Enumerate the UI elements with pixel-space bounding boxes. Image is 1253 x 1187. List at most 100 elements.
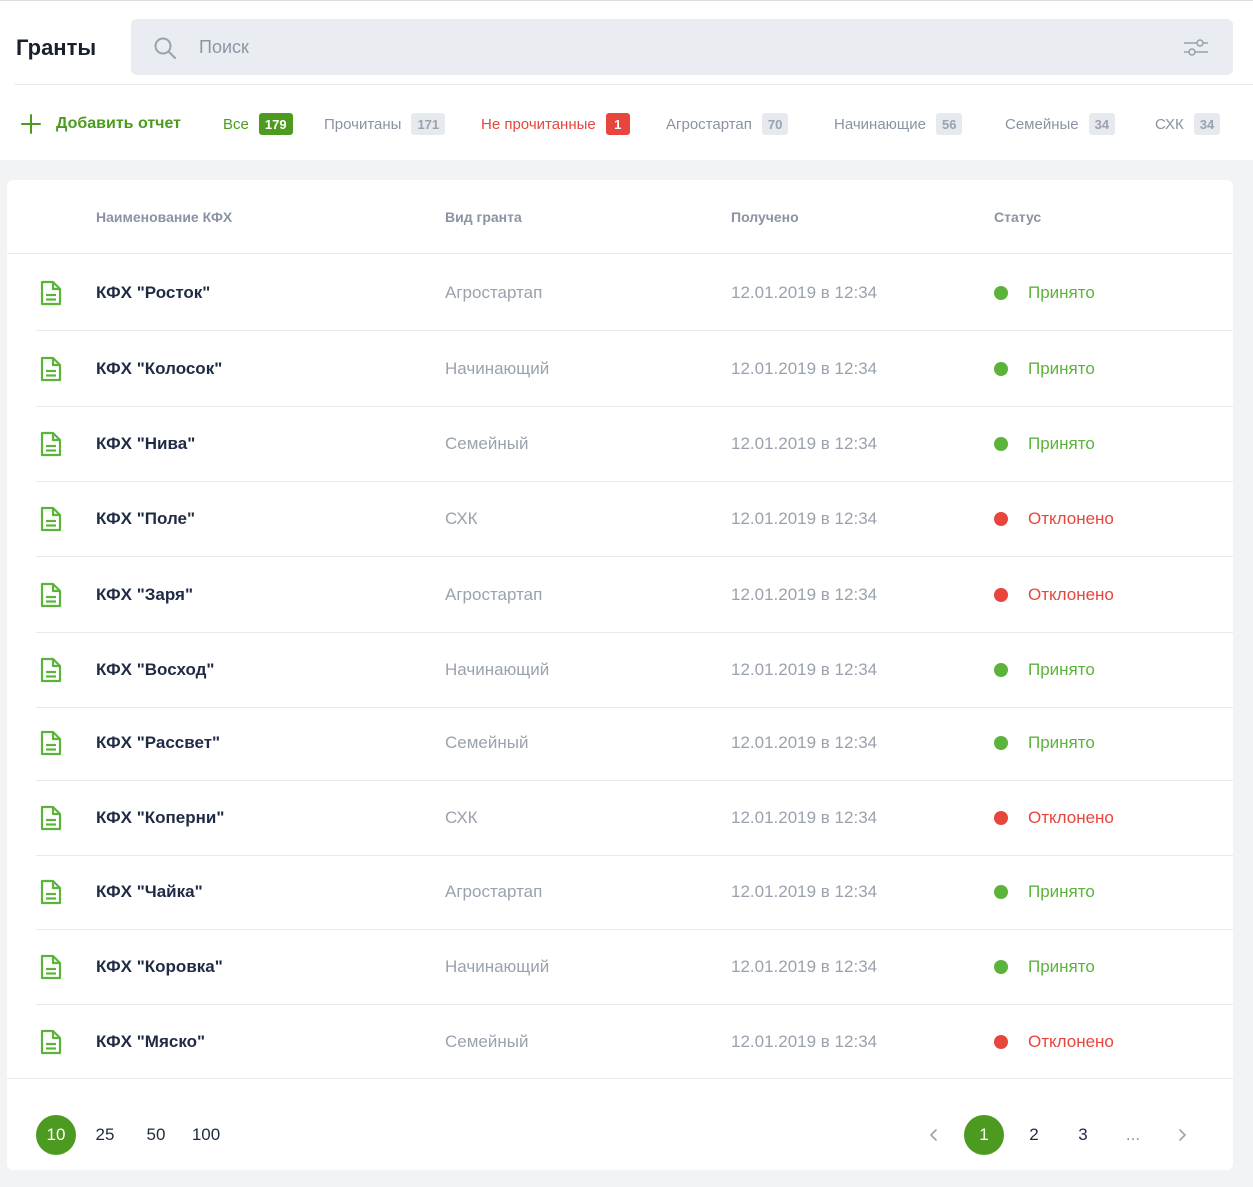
received-date: 12.01.2019 в 12:34 bbox=[731, 585, 878, 604]
status-dot bbox=[994, 512, 1008, 526]
column-header-type[interactable]: Вид гранта bbox=[445, 209, 522, 225]
status-dot bbox=[994, 588, 1008, 602]
count-badge: 34 bbox=[1193, 113, 1221, 135]
farm-name[interactable]: КФХ "Чайка" bbox=[96, 882, 203, 902]
tab-label: Прочитаны bbox=[324, 115, 402, 133]
status-badge: Принято bbox=[994, 957, 1095, 977]
farm-name[interactable]: КФХ "Коровка" bbox=[96, 957, 223, 977]
status-dot bbox=[994, 362, 1008, 376]
page-1[interactable]: 1 bbox=[964, 1115, 1004, 1155]
table-row[interactable]: КФХ "Рассвет" Семейный 12.01.2019 в 12:34 П… bbox=[36, 705, 1233, 781]
grant-type: Агростартап bbox=[445, 283, 543, 302]
filter-settings-icon[interactable] bbox=[1183, 35, 1209, 64]
page-3[interactable]: 3 bbox=[1064, 1116, 1102, 1154]
received-date: 12.01.2019 в 12:34 bbox=[731, 1032, 878, 1051]
tab-label: Семейные bbox=[1005, 115, 1079, 133]
table-row[interactable]: КФХ "Поле" СХК 12.01.2019 в 12:34 Отклонено bbox=[36, 481, 1233, 557]
status-dot bbox=[994, 1035, 1008, 1049]
status-badge: Отклонено bbox=[994, 1032, 1114, 1052]
tab-agrostartap[interactable]: Агростартап 70 bbox=[666, 111, 789, 137]
status-dot bbox=[994, 811, 1008, 825]
status-label: Отклонено bbox=[1028, 1032, 1114, 1051]
table-row[interactable]: КФХ "Коперни" СХК 12.01.2019 в 12:34 Отклон… bbox=[36, 780, 1233, 856]
add-report-button[interactable]: Добавить отчет bbox=[20, 111, 181, 137]
column-header-name[interactable]: Наименование КФХ bbox=[96, 209, 232, 225]
tab-label: Все bbox=[223, 115, 249, 133]
document-icon bbox=[40, 280, 62, 311]
page-2[interactable]: 2 bbox=[1015, 1116, 1053, 1154]
count-badge: 171 bbox=[411, 113, 446, 135]
filter-tabs: Добавить отчет Все 179 Прочитаны 171 Не … bbox=[0, 101, 1253, 147]
status-badge: Принято bbox=[994, 733, 1095, 753]
received-date: 12.01.2019 в 12:34 bbox=[731, 733, 878, 752]
status-label: Принято bbox=[1028, 359, 1095, 378]
status-dot bbox=[994, 960, 1008, 974]
chevron-left-icon[interactable] bbox=[928, 1126, 940, 1149]
table-row[interactable]: КФХ "Коровка" Начинающий 12.01.2019 в 12:3… bbox=[36, 929, 1233, 1005]
status-dot bbox=[994, 736, 1008, 750]
grant-type: СХК bbox=[445, 509, 478, 528]
document-icon bbox=[40, 506, 62, 537]
farm-name[interactable]: КФХ "Рассвет" bbox=[96, 733, 220, 753]
received-date: 12.01.2019 в 12:34 bbox=[731, 808, 878, 827]
table-header: Наименование КФХ Вид гранта Получено Ста… bbox=[7, 180, 1233, 254]
column-header-received[interactable]: Получено bbox=[731, 209, 799, 225]
tab-all[interactable]: Все 179 bbox=[223, 111, 293, 137]
count-badge: 179 bbox=[258, 113, 293, 135]
column-header-status[interactable]: Статус bbox=[994, 209, 1041, 225]
received-date: 12.01.2019 в 12:34 bbox=[731, 957, 878, 976]
tab-unread[interactable]: Не прочитанные 1 bbox=[481, 111, 630, 137]
farm-name[interactable]: КФХ "Коперни" bbox=[96, 808, 224, 828]
status-label: Принято bbox=[1028, 882, 1095, 901]
farm-name[interactable]: КФХ "Заря" bbox=[96, 585, 193, 605]
page-size-25[interactable]: 25 bbox=[86, 1116, 124, 1154]
tab-beginners[interactable]: Начинающие 56 bbox=[834, 111, 963, 137]
document-icon bbox=[40, 431, 62, 462]
status-dot bbox=[994, 885, 1008, 899]
table-row[interactable]: КФХ "Мяско" Семейный 12.01.2019 в 12:34 Отк… bbox=[36, 1004, 1233, 1080]
status-label: Принято bbox=[1028, 957, 1095, 976]
farm-name[interactable]: КФХ "Колосок" bbox=[96, 359, 222, 379]
farm-name[interactable]: КФХ "Нива" bbox=[96, 434, 195, 454]
page-size-10[interactable]: 10 bbox=[36, 1115, 76, 1155]
tab-read[interactable]: Прочитаны 171 bbox=[324, 111, 446, 137]
document-icon bbox=[40, 1029, 62, 1060]
status-dot bbox=[994, 437, 1008, 451]
status-label: Принято bbox=[1028, 434, 1095, 453]
tab-label: Не прочитанные bbox=[481, 115, 596, 133]
status-badge: Отклонено bbox=[994, 585, 1114, 605]
table-row[interactable]: КФХ "Восход" Начинающий 12.01.2019 в 12:34… bbox=[36, 632, 1233, 708]
header: Гранты bbox=[0, 9, 1253, 85]
status-badge: Принято bbox=[994, 434, 1095, 454]
page-size-100[interactable]: 100 bbox=[187, 1116, 225, 1154]
grant-type: СХК bbox=[445, 808, 478, 827]
search-input[interactable] bbox=[199, 19, 1159, 75]
tab-shk[interactable]: СХК 34 bbox=[1155, 111, 1221, 137]
status-badge: Принято bbox=[994, 882, 1095, 902]
status-badge: Отклонено bbox=[994, 509, 1114, 529]
grant-type: Агростартап bbox=[445, 585, 543, 604]
document-icon bbox=[40, 954, 62, 985]
search-box[interactable] bbox=[131, 19, 1233, 75]
farm-name[interactable]: КФХ "Росток" bbox=[96, 283, 210, 303]
tab-family[interactable]: Семейные 34 bbox=[1005, 111, 1116, 137]
status-dot bbox=[994, 663, 1008, 677]
grant-type: Семейный bbox=[445, 434, 529, 453]
received-date: 12.01.2019 в 12:34 bbox=[731, 359, 878, 378]
page-size-50[interactable]: 50 bbox=[137, 1116, 175, 1154]
farm-name[interactable]: КФХ "Восход" bbox=[96, 660, 215, 680]
grants-table: Наименование КФХ Вид гранта Получено Ста… bbox=[7, 180, 1233, 1170]
document-icon bbox=[40, 356, 62, 387]
table-row[interactable]: КФХ "Росток" Агростартап 12.01.2019 в 12:3… bbox=[36, 255, 1233, 331]
grant-type: Начинающий bbox=[445, 660, 550, 679]
table-row[interactable]: КФХ "Нива" Семейный 12.01.2019 в 12:34 Прин… bbox=[36, 406, 1233, 482]
tab-label: СХК bbox=[1155, 115, 1184, 133]
chevron-right-icon[interactable] bbox=[1176, 1126, 1188, 1149]
document-icon bbox=[40, 657, 62, 688]
farm-name[interactable]: КФХ "Мяско" bbox=[96, 1032, 205, 1052]
table-row[interactable]: КФХ "Колосок" Начинающий 12.01.2019 в 12:3… bbox=[36, 331, 1233, 407]
table-row[interactable]: КФХ "Заря" Агростартап 12.01.2019 в 12:34 О… bbox=[36, 557, 1233, 633]
header-divider bbox=[14, 84, 1253, 85]
table-row[interactable]: КФХ "Чайка" Агростартап 12.01.2019 в 12:34… bbox=[36, 854, 1233, 930]
farm-name[interactable]: КФХ "Поле" bbox=[96, 509, 195, 529]
